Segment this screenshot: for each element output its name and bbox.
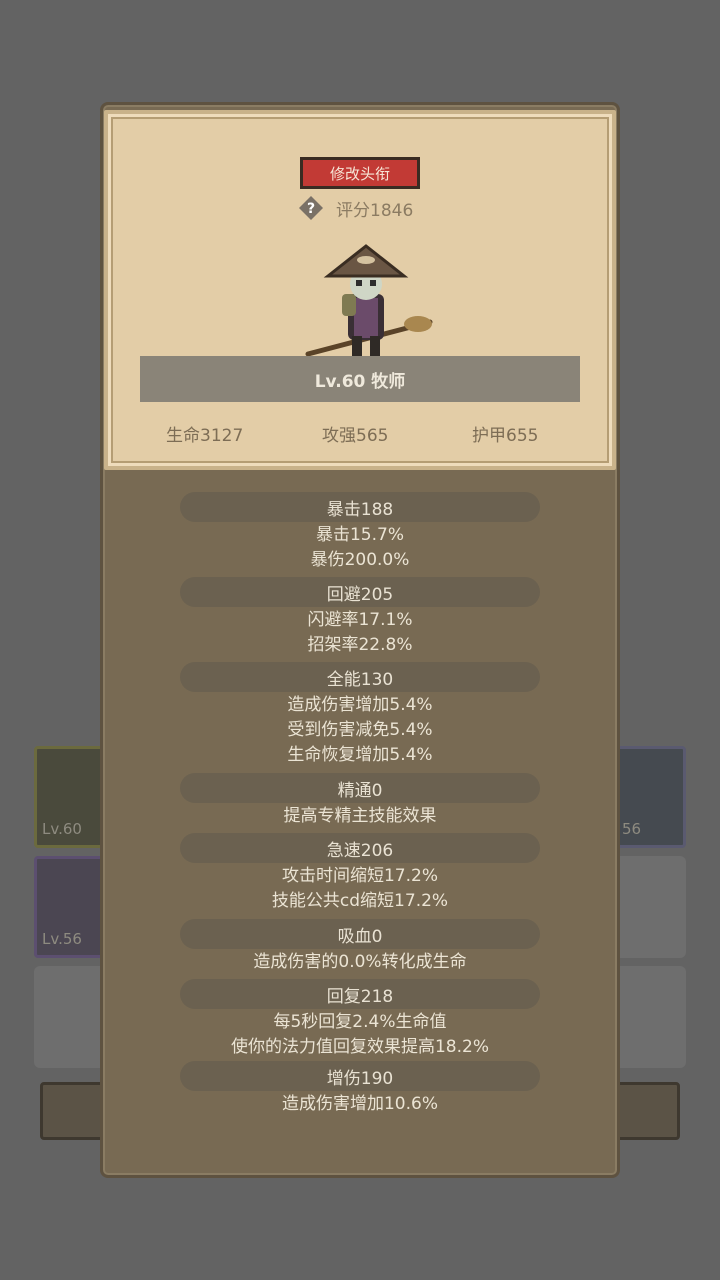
help-icon[interactable]: ? (298, 195, 324, 221)
stat-detail: 造成伤害增加5.4% (287, 695, 433, 715)
stat-detail: 使你的法力值回复效果提高18.2% (230, 1037, 489, 1057)
stat-detail: 招架率22.8% (307, 635, 413, 655)
priest-avatar (305, 244, 433, 357)
slot-level-label: 56 (622, 820, 642, 838)
base-stat-attack: 攻强565 (322, 426, 389, 446)
rename-title-button[interactable]: 修改头衔 (300, 157, 420, 189)
stat-detail: 受到伤害减免5.4% (287, 720, 433, 740)
stat-header-regen: 回复218 (180, 979, 540, 1009)
stat-detail: 技能公共cd缩短17.2% (271, 891, 449, 911)
slot-level-label: Lv.60 (42, 820, 82, 838)
stat-detail: 攻击时间缩短17.2% (281, 866, 438, 886)
stat-detail: 暴伤200.0% (310, 550, 410, 570)
score-label: 评分1846 (336, 201, 414, 221)
right-action-button[interactable] (610, 1082, 680, 1140)
stat-header-crit: 暴击188 (180, 492, 540, 522)
base-stat-armor: 护甲655 (472, 426, 539, 446)
stat-detail: 造成伤害的0.0%转化成生命 (253, 952, 467, 972)
stat-header-leech: 吸血0 (180, 919, 540, 949)
stat-detail: 每5秒回复2.4%生命值 (273, 1012, 447, 1032)
stat-header-haste: 急速206 (180, 833, 540, 863)
base-stat-health: 生命3127 (166, 426, 244, 446)
stat-detail: 造成伤害增加10.6% (281, 1094, 438, 1114)
stat-detail: 生命恢复增加5.4% (287, 745, 433, 765)
empty-slot-panel (614, 856, 686, 958)
stat-header-mastery: 精通0 (180, 773, 540, 803)
svg-text:?: ? (307, 201, 315, 217)
stat-detail: 提高专精主技能效果 (283, 806, 437, 826)
stat-header-dodge: 回避205 (180, 577, 540, 607)
stat-detail: 暴击15.7% (315, 525, 404, 545)
stat-header-versatility: 全能130 (180, 662, 540, 692)
stat-header-damage: 增伤190 (180, 1061, 540, 1091)
stat-detail: 闪避率17.1% (307, 610, 413, 630)
level-class-bar: Lv.60 牧师 (140, 356, 580, 402)
slot-level-label: Lv.56 (42, 930, 82, 948)
